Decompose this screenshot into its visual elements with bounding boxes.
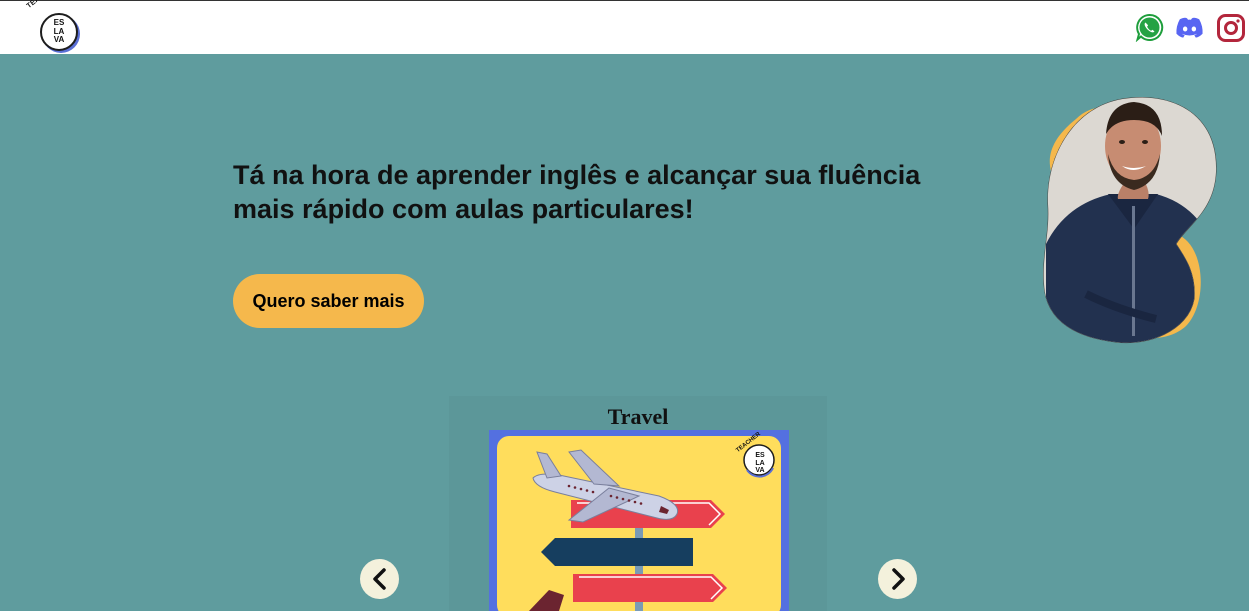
carousel-next-button[interactable] [878, 559, 917, 599]
logo-text: ES LA VA [53, 18, 65, 44]
hero-headline: Tá na hora de aprender inglês e alcançar… [233, 158, 993, 226]
discord-link[interactable] [1175, 13, 1204, 42]
chevron-right-icon [891, 568, 905, 590]
hero-headline-line2: mais rápido com aulas particulares! [233, 194, 694, 224]
eslava-logo[interactable]: TEACHER ES LA VA [26, 0, 82, 53]
chevron-left-icon [372, 568, 386, 590]
card-logo-text: ES LA VA [755, 452, 765, 474]
instagram-link[interactable] [1216, 13, 1245, 42]
hero-headline-line1: Tá na hora de aprender inglês e alcançar… [233, 160, 921, 190]
carousel-title: Travel [607, 404, 669, 429]
discord-icon [1176, 17, 1203, 38]
cta-button[interactable]: Quero saber mais [233, 274, 424, 328]
teacher-portrait [1036, 94, 1226, 349]
instagram-icon [1216, 13, 1245, 42]
carousel-prev-button[interactable] [360, 559, 399, 599]
logo-arc-text: TEACHER [26, 0, 59, 10]
top-navbar: TEACHER ES LA VA [0, 0, 1249, 54]
travel-signpost-illustration[interactable]: ES LA VA TEACHER [489, 430, 789, 611]
whatsapp-icon [1135, 13, 1164, 42]
whatsapp-link[interactable] [1135, 13, 1164, 42]
